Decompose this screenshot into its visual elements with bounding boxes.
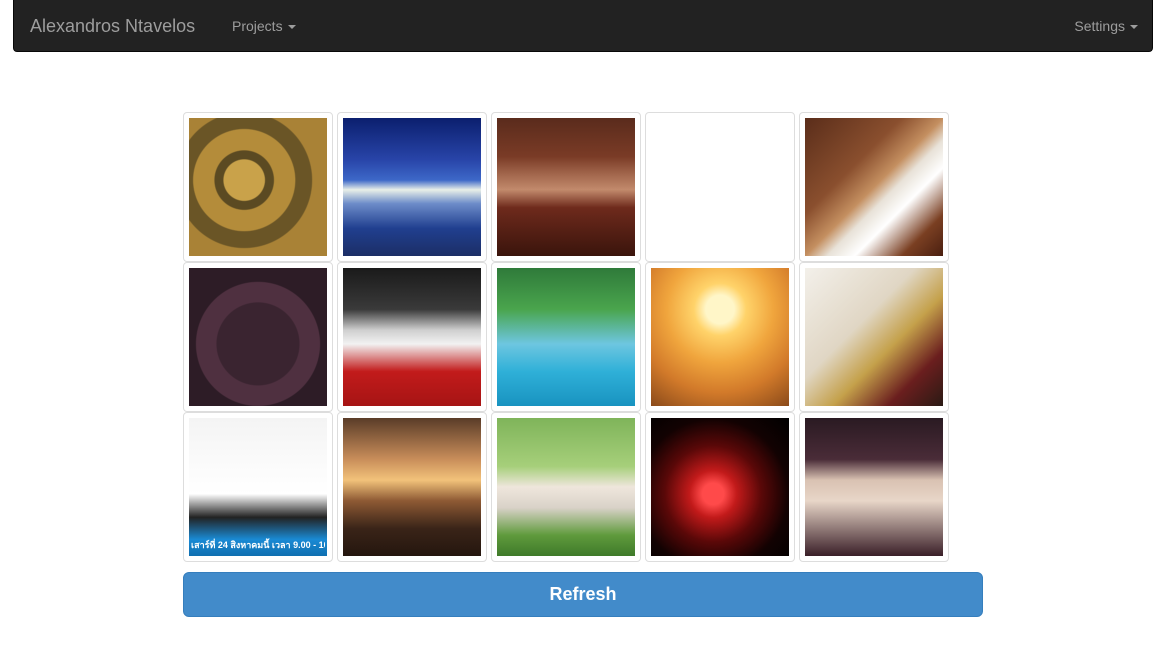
projects-menu-label: Projects bbox=[232, 18, 283, 34]
photo-image bbox=[805, 418, 943, 556]
photo-image: เสาร์ที่ 24 สิงหาคมนี้ เวลา 9.00 - 10.00… bbox=[189, 418, 327, 556]
photo-image bbox=[343, 418, 481, 556]
photo-thumbnail[interactable] bbox=[337, 412, 487, 562]
photo-thumbnail[interactable] bbox=[183, 262, 333, 412]
photo-thumbnail[interactable] bbox=[337, 262, 487, 412]
photo-thumbnail[interactable] bbox=[799, 412, 949, 562]
top-navbar: Alexandros Ntavelos Projects Settings bbox=[13, 0, 1153, 52]
settings-menu-label: Settings bbox=[1074, 18, 1125, 34]
settings-menu[interactable]: Settings bbox=[1074, 17, 1138, 35]
photo-image bbox=[343, 118, 481, 256]
chevron-down-icon bbox=[287, 25, 296, 30]
photo-thumbnail[interactable] bbox=[799, 112, 949, 262]
refresh-button[interactable]: Refresh bbox=[183, 572, 983, 617]
photo-caption: เสาร์ที่ 24 สิงหาคมนี้ เวลา 9.00 - 10.00… bbox=[191, 540, 325, 550]
projects-menu[interactable]: Projects bbox=[232, 17, 296, 35]
photo-thumbnail[interactable] bbox=[337, 112, 487, 262]
photo-image bbox=[651, 418, 789, 556]
photo-thumbnail[interactable] bbox=[799, 262, 949, 412]
photo-image bbox=[343, 268, 481, 406]
photo-thumbnail[interactable] bbox=[183, 112, 333, 262]
photo-image bbox=[651, 268, 789, 406]
photo-thumbnail[interactable] bbox=[491, 112, 641, 262]
photo-thumbnail[interactable] bbox=[491, 412, 641, 562]
photo-image bbox=[497, 418, 635, 556]
brand-name[interactable]: Alexandros Ntavelos bbox=[30, 15, 195, 37]
photo-image bbox=[189, 118, 327, 256]
photo-thumbnail[interactable] bbox=[645, 112, 795, 262]
photo-image bbox=[497, 118, 635, 256]
photo-image bbox=[805, 268, 943, 406]
photo-thumbnail[interactable] bbox=[491, 262, 641, 412]
photo-thumbnail[interactable] bbox=[645, 262, 795, 412]
photo-thumbnail[interactable] bbox=[645, 412, 795, 562]
photo-image bbox=[651, 118, 789, 256]
photo-image bbox=[805, 118, 943, 256]
photo-image bbox=[497, 268, 635, 406]
photo-image bbox=[189, 268, 327, 406]
chevron-down-icon bbox=[1130, 25, 1138, 30]
photo-thumbnail[interactable]: เสาร์ที่ 24 สิงหาคมนี้ เวลา 9.00 - 10.00… bbox=[183, 412, 333, 562]
